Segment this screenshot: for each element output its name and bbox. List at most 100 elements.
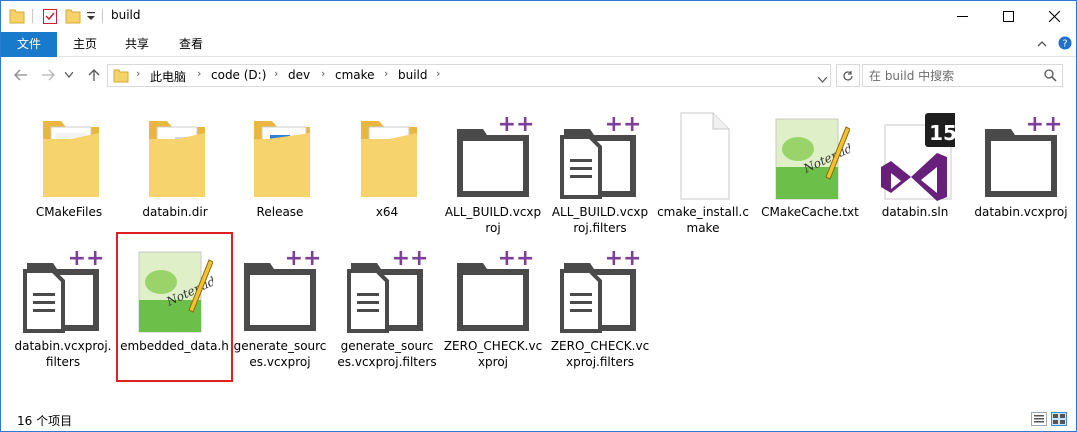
svg-text:++: ++ <box>68 246 103 271</box>
svg-text:++: ++ <box>1026 112 1061 137</box>
svg-text:?: ? <box>1062 39 1067 50</box>
folder-icon <box>135 107 215 203</box>
svg-text:++: ++ <box>605 246 640 271</box>
file-item-databin-vcxproj[interactable]: ++ databin.vcxproj <box>971 101 1071 243</box>
item-label: ZERO_CHECK.vcxproj.filters <box>550 339 650 369</box>
help-icon[interactable]: ? <box>1058 36 1072 53</box>
tab-view[interactable]: 查看 <box>173 32 209 57</box>
folder-item-x64[interactable]: x64 <box>337 101 437 243</box>
large-icons-view-button[interactable] <box>1051 412 1067 426</box>
file-item-embedded-data-h[interactable]: Notepad+ embedded_data.h <box>116 232 233 382</box>
breadcrumb-separator[interactable]: › <box>136 67 140 80</box>
folder-item-cmakefiles[interactable]: CMakeFiles <box>19 101 119 243</box>
details-view-icon <box>1034 415 1044 423</box>
tab-home[interactable]: 主页 <box>67 32 103 57</box>
breadcrumb-separator[interactable]: › <box>197 67 201 80</box>
item-label: CMakeCache.txt <box>761 205 859 219</box>
close-button[interactable] <box>1031 1 1077 32</box>
search-icon[interactable] <box>1044 69 1057 85</box>
qa-separator <box>32 9 33 23</box>
minimize-button[interactable] <box>939 1 985 32</box>
file-item-all-build-vcxproj[interactable]: ++ ALL_BUILD.vcxproj <box>443 101 543 243</box>
tab-file[interactable]: 文件 <box>1 32 57 57</box>
breadcrumb-drive[interactable]: code (D:) <box>211 68 266 82</box>
notepadpp-file-icon: Notepad+ <box>770 107 864 203</box>
file-item-databin-vcxproj-filters[interactable]: ++ databin.vcxproj.filters <box>13 235 113 377</box>
back-button[interactable] <box>11 65 31 85</box>
up-button[interactable] <box>84 65 104 85</box>
vcxproj-filters-icon: ++ <box>347 241 428 337</box>
properties-icon[interactable] <box>42 7 58 27</box>
window-title: build <box>111 8 141 22</box>
breadcrumb-separator[interactable]: › <box>384 67 388 80</box>
vcxproj-filters-icon: ++ <box>23 241 104 337</box>
new-folder-icon[interactable] <box>65 7 81 27</box>
vcxproj-filters-icon: ++ <box>560 107 641 203</box>
file-item-databin-sln[interactable]: 15 databin.sln <box>865 101 965 243</box>
refresh-icon <box>843 70 853 81</box>
search-input[interactable] <box>869 67 1039 84</box>
folder-icon <box>347 107 427 203</box>
breadcrumb-build[interactable]: build <box>398 68 428 82</box>
file-item-generate-sources-vcxproj-filters[interactable]: ++ generate_sources.vcxproj.filters <box>337 235 437 377</box>
notepadpp-file-icon: Notepad+ <box>133 240 227 336</box>
title-bar: build <box>1 1 1076 32</box>
folder-item-databin-dir[interactable]: databin.dir <box>125 101 225 243</box>
svg-text:++: ++ <box>285 246 320 271</box>
item-label: cmake_install.cmake <box>657 205 749 235</box>
folder-icon <box>240 107 320 203</box>
item-label: embedded_data.h <box>120 339 229 353</box>
svg-text:++: ++ <box>498 112 533 137</box>
folder-icon <box>9 7 25 27</box>
recent-locations-button[interactable] <box>63 65 75 85</box>
vcxproj-icon: ++ <box>453 107 534 203</box>
tab-share[interactable]: 共享 <box>119 32 155 57</box>
item-label: CMakeFiles <box>35 205 103 219</box>
details-view-button[interactable] <box>1031 412 1047 426</box>
breadcrumb-separator[interactable]: › <box>321 67 325 80</box>
item-label: generate_sources.vcxproj <box>233 339 327 369</box>
customize-qa-dropdown-icon[interactable] <box>86 9 96 29</box>
maximize-button[interactable] <box>985 1 1031 32</box>
breadcrumb-cmake[interactable]: cmake <box>335 68 375 82</box>
item-label: databin.vcxproj.filters <box>14 339 112 369</box>
file-item-all-build-vcxproj-filters[interactable]: ++ ALL_BUILD.vcxproj.filters <box>550 101 650 243</box>
folder-item-release[interactable]: Release <box>230 101 330 243</box>
item-label: databin.sln <box>881 205 949 219</box>
item-label: x64 <box>375 205 399 219</box>
vcxproj-icon: ++ <box>240 241 321 337</box>
item-label: ALL_BUILD.vcxproj.filters <box>551 205 649 235</box>
navigation-bar: › 此电脑 › code (D:) › dev › cmake › build … <box>1 57 1076 93</box>
svg-text:++: ++ <box>498 246 533 271</box>
vcxproj-icon: ++ <box>453 241 534 337</box>
visual-studio-sln-icon: 15 <box>875 107 961 203</box>
breadcrumb-this-pc[interactable]: 此电脑 <box>150 68 186 85</box>
item-label: ZERO_CHECK.vcxproj <box>443 339 543 369</box>
maximize-icon <box>1002 11 1014 22</box>
blank-file-icon <box>663 107 743 203</box>
search-box[interactable] <box>862 64 1063 87</box>
address-history-dropdown[interactable] <box>817 72 828 86</box>
svg-text:++: ++ <box>605 112 640 137</box>
file-item-zero-check-vcxproj-filters[interactable]: ++ ZERO_CHECK.vcxproj.filters <box>550 235 650 377</box>
breadcrumb-dev[interactable]: dev <box>288 68 310 82</box>
item-label: Release <box>256 205 304 219</box>
minimize-icon <box>956 16 968 17</box>
refresh-button[interactable] <box>836 64 860 87</box>
item-label: ALL_BUILD.vcxproj <box>444 205 542 235</box>
item-label: databin.dir <box>142 205 208 219</box>
file-item-generate-sources-vcxproj[interactable]: ++ generate_sources.vcxproj <box>230 235 330 377</box>
status-bar: 16 个项目 <box>1 403 1076 431</box>
breadcrumb-separator[interactable]: › <box>436 67 440 80</box>
breadcrumb-separator[interactable]: › <box>274 67 278 80</box>
explorer-window: build 文件 主页 共享 查看 ? › 此电脑 › code (D:) › … <box>0 0 1077 432</box>
address-bar[interactable]: › 此电脑 › code (D:) › dev › cmake › build … <box>107 64 831 87</box>
forward-button[interactable] <box>38 65 58 85</box>
file-item-cmakecache[interactable]: Notepad+ CMakeCache.txt <box>760 101 864 243</box>
chevron-down-icon <box>65 72 73 78</box>
qa-separator <box>102 9 103 23</box>
file-item-cmake-install[interactable]: cmake_install.cmake <box>653 101 753 243</box>
file-item-zero-check-vcxproj[interactable]: ++ ZERO_CHECK.vcxproj <box>443 235 543 377</box>
item-label: generate_sources.vcxproj.filters <box>337 339 437 369</box>
expand-ribbon-icon[interactable] <box>1037 38 1047 52</box>
